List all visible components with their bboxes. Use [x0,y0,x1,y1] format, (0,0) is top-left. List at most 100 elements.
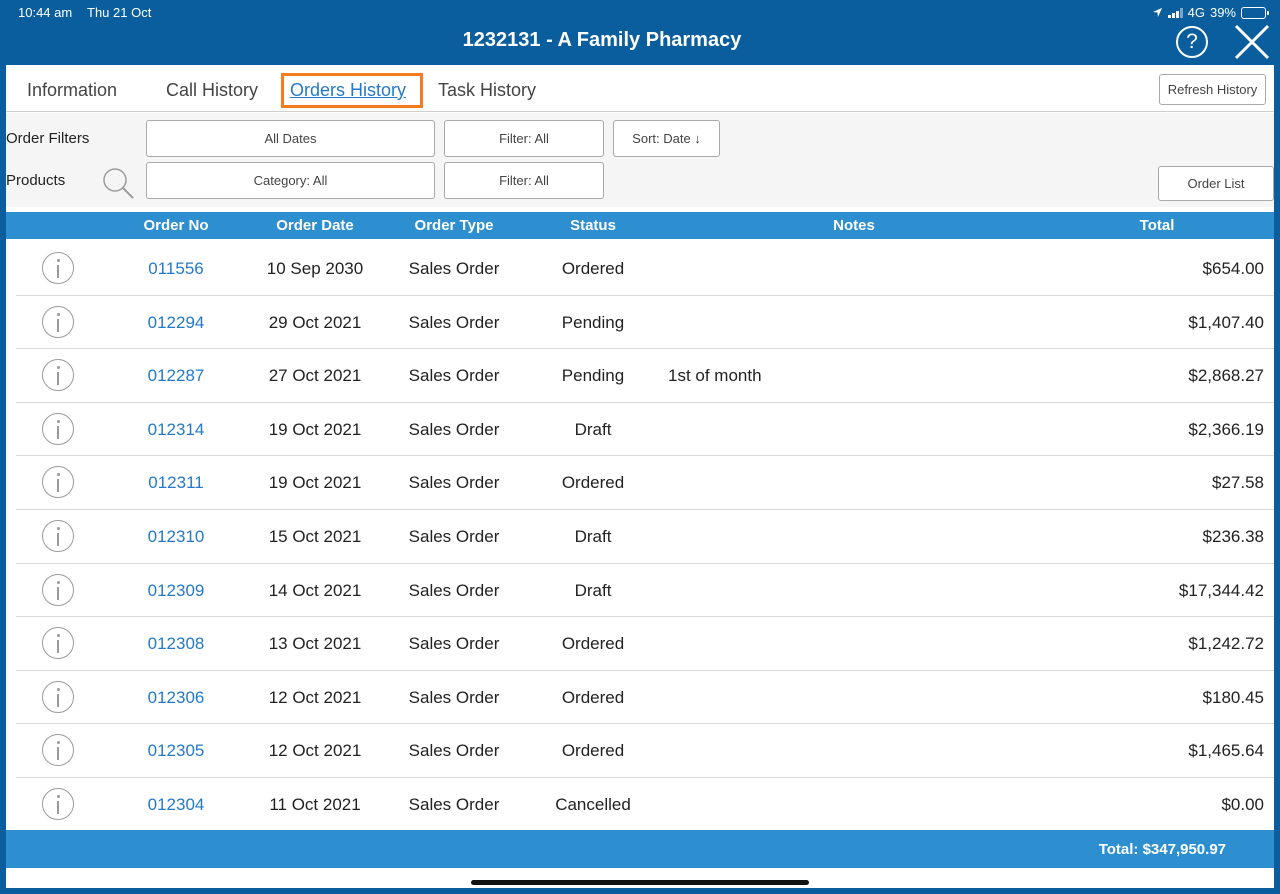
table-row[interactable]: 012294 29 Oct 2021 Sales Order Pending $1,40… [16,296,1274,350]
info-icon[interactable] [42,359,74,392]
info-icon[interactable] [42,466,74,499]
category-filter-button[interactable]: Category: All [146,162,435,199]
order-status: Draft [574,419,612,439]
order-type: Sales Order [408,473,500,493]
order-number-link[interactable]: 012306 [148,688,205,708]
table-row[interactable]: 011556 10 Sep 2030 Sales Order Ordered $654.… [16,242,1274,296]
info-icon[interactable] [42,680,74,713]
table-row[interactable]: 012311 19 Oct 2021 Sales Order Ordered $27.5… [16,456,1274,510]
search-icon[interactable] [101,166,135,200]
header-notes[interactable]: Notes [833,217,875,234]
header-order-type[interactable]: Order Type [415,217,494,234]
product-filter-button[interactable]: Filter: All [444,162,604,199]
table-row[interactable]: 012308 13 Oct 2021 Sales Order Ordered $1,24… [16,617,1274,671]
info-icon[interactable] [42,252,74,284]
order-total: $1,242.72 [1188,634,1264,654]
battery-percent: 39% [1209,5,1236,20]
order-filter-button[interactable]: Filter: All [444,120,604,157]
order-total: $0.00 [1221,795,1264,814]
order-date: 11 Oct 2021 [269,795,361,814]
tab-call-history[interactable]: Call History [166,80,258,101]
filters-section: Order Filters All Dates Filter: All Sort… [6,113,1274,207]
header-status[interactable]: Status [570,217,616,234]
header-order-no[interactable]: Order No [143,217,208,234]
table-row[interactable]: 012306 12 Oct 2021 Sales Order Ordered $180.… [16,671,1274,725]
order-type: Sales Order [408,419,500,439]
order-type: Sales Order [408,527,500,546]
status-date: Thu 21 Oct [87,5,152,20]
order-number-link[interactable]: 012304 [148,795,205,815]
header-order-date[interactable]: Order Date [276,217,354,234]
status-bar: 10:44 am Thu 21 Oct 4G 39% [0,0,1280,26]
signal-icon [1167,7,1183,18]
order-list-button[interactable]: Order List [1158,166,1274,201]
info-icon[interactable] [42,788,74,820]
order-date: 27 Oct 2021 [268,366,362,386]
status-indicators: 4G 39% [1152,5,1269,20]
info-icon[interactable] [42,412,74,445]
order-number-link[interactable]: 012314 [148,420,205,440]
table-row[interactable]: 012305 12 Oct 2021 Sales Order Ordered $1,46… [16,724,1274,778]
table-row[interactable]: 012287 27 Oct 2021 Sales Order Pending 1st o… [16,349,1274,403]
page-title: 1232131 - A Family Pharmacy [462,29,742,51]
order-status: Ordered [561,687,625,707]
header-total[interactable]: Total [1140,217,1175,234]
order-number-link[interactable]: 012294 [148,313,205,333]
order-number-link[interactable]: 012309 [148,581,205,601]
order-filters-label: Order Filters [6,130,90,147]
main-panel: Information Call History Orders History … [6,65,1274,888]
tab-task-history[interactable]: Task History [438,80,536,101]
order-total: $2,868.27 [1188,366,1264,386]
order-status: Cancelled [555,795,631,814]
order-notes: 1st of month [668,366,762,386]
order-number-link[interactable]: 012287 [148,366,205,386]
order-status: Draft [574,527,612,546]
home-indicator[interactable] [471,880,809,885]
info-icon[interactable] [42,573,74,606]
order-number-link[interactable]: 012308 [148,634,205,654]
info-icon[interactable] [42,520,74,552]
order-date: 15 Oct 2021 [268,527,362,546]
info-icon[interactable] [42,734,74,767]
sort-button[interactable]: Sort: Date ↓ [613,120,720,157]
dates-filter-button[interactable]: All Dates [146,120,435,157]
refresh-history-button[interactable]: Refresh History [1159,74,1266,105]
close-icon [1234,24,1270,60]
order-type: Sales Order [408,634,500,654]
network-type: 4G [1187,5,1205,20]
tab-information[interactable]: Information [27,80,117,101]
order-date: 19 Oct 2021 [268,419,362,439]
order-status: Ordered [561,473,625,493]
battery-icon [1241,6,1269,19]
order-status: Pending [561,366,625,386]
table-row[interactable]: 012310 15 Oct 2021 Sales Order Draft $236.38 [16,510,1274,564]
status-time: 10:44 am [18,5,73,20]
order-status: Ordered [561,741,625,761]
order-status: Pending [561,312,625,332]
order-status: Ordered [561,634,625,654]
table-row[interactable]: 012314 19 Oct 2021 Sales Order Draft $2,366.… [16,403,1274,457]
order-number-link[interactable]: 012311 [148,473,203,493]
help-button[interactable]: ? [1176,26,1208,58]
close-button[interactable] [1232,22,1272,62]
order-number-link[interactable]: 012310 [148,527,205,547]
order-total: $17,344.42 [1178,580,1264,600]
table-footer: Total: $347,950.97 [6,830,1274,868]
order-number-link[interactable]: 012305 [148,741,205,761]
order-total: $180.45 [1202,687,1264,707]
order-total: $27.58 [1212,473,1264,493]
order-total: $236.38 [1202,527,1264,546]
order-date: 19 Oct 2021 [268,473,362,493]
table-row[interactable]: 012309 14 Oct 2021 Sales Order Draft $17,344… [16,564,1274,618]
order-status: Draft [574,580,612,600]
order-type: Sales Order [408,366,500,386]
order-date: 12 Oct 2021 [268,741,362,761]
order-number-link[interactable]: 011556 [148,259,203,279]
info-icon[interactable] [42,305,74,338]
order-total: $2,366.19 [1188,419,1264,439]
tab-orders-history[interactable]: Orders History [290,80,406,101]
table-row[interactable]: 012304 11 Oct 2021 Sales Order Cancelled $0.… [16,778,1274,832]
order-status: Ordered [561,259,625,278]
info-icon[interactable] [42,627,74,660]
tab-bar: Information Call History Orders History … [6,65,1274,112]
